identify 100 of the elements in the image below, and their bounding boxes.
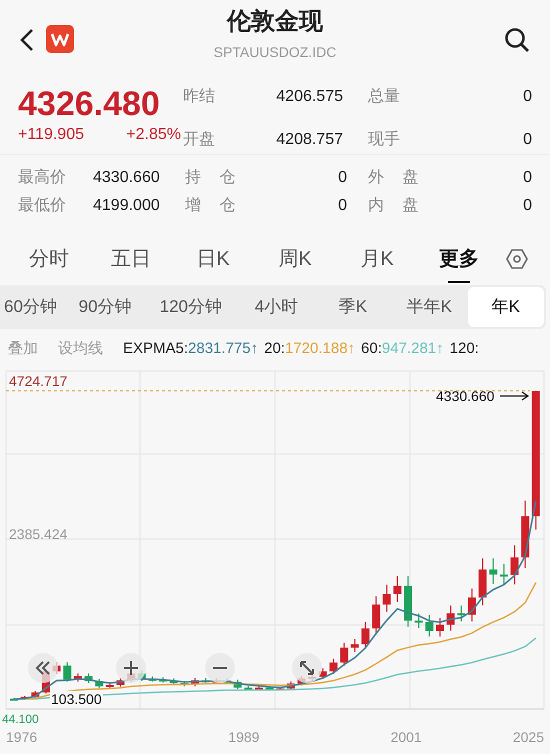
candlestick (148, 676, 156, 682)
axis-year-label: 2001 (390, 728, 422, 747)
candlestick (95, 678, 104, 688)
price-change: +119.905 (18, 125, 84, 145)
candlestick (414, 614, 423, 628)
axis-min-label: 44.100 (2, 711, 39, 728)
stat-label: 外 盘 (368, 168, 418, 188)
chart-control-button[interactable] (292, 653, 322, 683)
candlestick (266, 686, 274, 690)
low-price-label: 103.500 (50, 691, 103, 707)
candlestick (106, 683, 114, 688)
stat-value: 0 (523, 130, 532, 150)
search-icon[interactable] (504, 27, 530, 53)
period-tab[interactable]: 日K (172, 233, 254, 285)
stat-value: 0 (523, 168, 532, 188)
candlestick (361, 622, 370, 649)
stat-label: 内 盘 (368, 196, 418, 216)
stat-value: 0 (338, 196, 347, 216)
candlestick (404, 576, 412, 627)
stat-label: 最低价 (18, 196, 67, 216)
candlestick (254, 686, 263, 690)
candlestick (350, 638, 359, 652)
candlestick (457, 606, 466, 622)
stat-label: 总量 (368, 87, 400, 107)
period-tab[interactable]: 更多 (418, 233, 500, 285)
candlestick (372, 596, 380, 634)
candlestick (286, 681, 295, 690)
period-tab[interactable]: 分时 (8, 233, 90, 285)
axis-max-label: 4724.717 (9, 372, 68, 391)
period-tab[interactable]: 周K (254, 233, 336, 285)
axis-year-label: 2025 (512, 728, 544, 747)
candlestick (489, 558, 498, 584)
candlestick (436, 618, 444, 636)
period-tab[interactable]: 五日 (90, 233, 172, 285)
indicator-value: EXPMA5:2831.775↑ (123, 338, 258, 359)
settings-icon[interactable] (506, 248, 528, 270)
candlestick (393, 576, 402, 602)
period-tab[interactable]: 月K (336, 233, 418, 285)
stat-value: 0 (523, 87, 532, 107)
axis-year-label: 1989 (228, 728, 260, 747)
stat-value: 0 (338, 168, 347, 188)
interval-tab[interactable]: 60分钟 (0, 287, 67, 327)
candlestick (191, 678, 200, 686)
back-icon[interactable] (20, 28, 34, 52)
candlestick (382, 584, 391, 612)
indicator-value: 120: (450, 338, 479, 359)
indicator-value: 20:1720.188↑ (264, 338, 356, 359)
stat-value: 4330.660 (93, 168, 161, 188)
double-chevron-left-icon (35, 660, 51, 676)
candlestick (234, 680, 242, 690)
chart-control-button[interactable] (116, 653, 146, 683)
candlestick (74, 673, 82, 682)
chart-control-button[interactable] (28, 653, 58, 683)
interval-tab[interactable]: 4小时 (238, 287, 315, 327)
candlestick (244, 686, 252, 690)
candlestick (276, 686, 284, 690)
axis-mid-label: 2385.424 (9, 525, 68, 544)
pointer-arrow (499, 391, 530, 401)
stat-value: 4206.575 (276, 87, 343, 107)
candlestick (10, 698, 18, 701)
interval-tab[interactable]: 季K (314, 287, 392, 327)
candlestick (63, 662, 72, 682)
stat-label: 昨结 (183, 86, 215, 107)
candlestick (170, 678, 178, 685)
high-price-label: 4330.660 (436, 387, 494, 406)
interval-tab[interactable]: 年K (468, 287, 544, 327)
stat-label: 最高价 (18, 168, 67, 188)
indicator-value: 60:947.281↑ (361, 338, 444, 359)
diagonal-arrows-icon (299, 660, 315, 676)
stat-value: 0 (523, 196, 532, 216)
candlestick (180, 680, 188, 686)
candlestick (340, 642, 348, 666)
current-price: 4326.480 (18, 84, 161, 124)
candlestick (31, 691, 40, 698)
interval-tab[interactable]: 90分钟 (66, 287, 144, 327)
candlestick (330, 658, 338, 674)
stat-label: 增 仓 (185, 196, 236, 216)
app-logo-icon (46, 25, 74, 53)
candlestick (468, 588, 476, 622)
interval-tab[interactable]: 120分钟 (143, 287, 238, 327)
candlestick (20, 696, 29, 700)
stat-value: 4199.000 (93, 196, 161, 216)
candlestick (500, 564, 508, 584)
axis-year-label: 1976 (6, 728, 38, 747)
candlestick (425, 615, 434, 636)
chart-control-button[interactable] (205, 653, 235, 683)
candlestick (159, 677, 168, 683)
candlestick (84, 673, 93, 684)
plus-icon (123, 660, 139, 676)
candlestick (446, 606, 455, 631)
candlestick (510, 545, 519, 584)
stat-label: 开盘 (183, 130, 215, 150)
stat-label: 现手 (368, 130, 400, 150)
minus-icon (212, 666, 228, 670)
candlestick (478, 558, 487, 606)
interval-tab[interactable]: 半年K (391, 287, 468, 327)
page-title: 伦敦金现 (227, 7, 323, 37)
selected-underline (448, 281, 470, 283)
symbol-code: SPTAUUSDOZ.IDC (214, 43, 336, 62)
stat-value: 4208.757 (276, 130, 343, 150)
